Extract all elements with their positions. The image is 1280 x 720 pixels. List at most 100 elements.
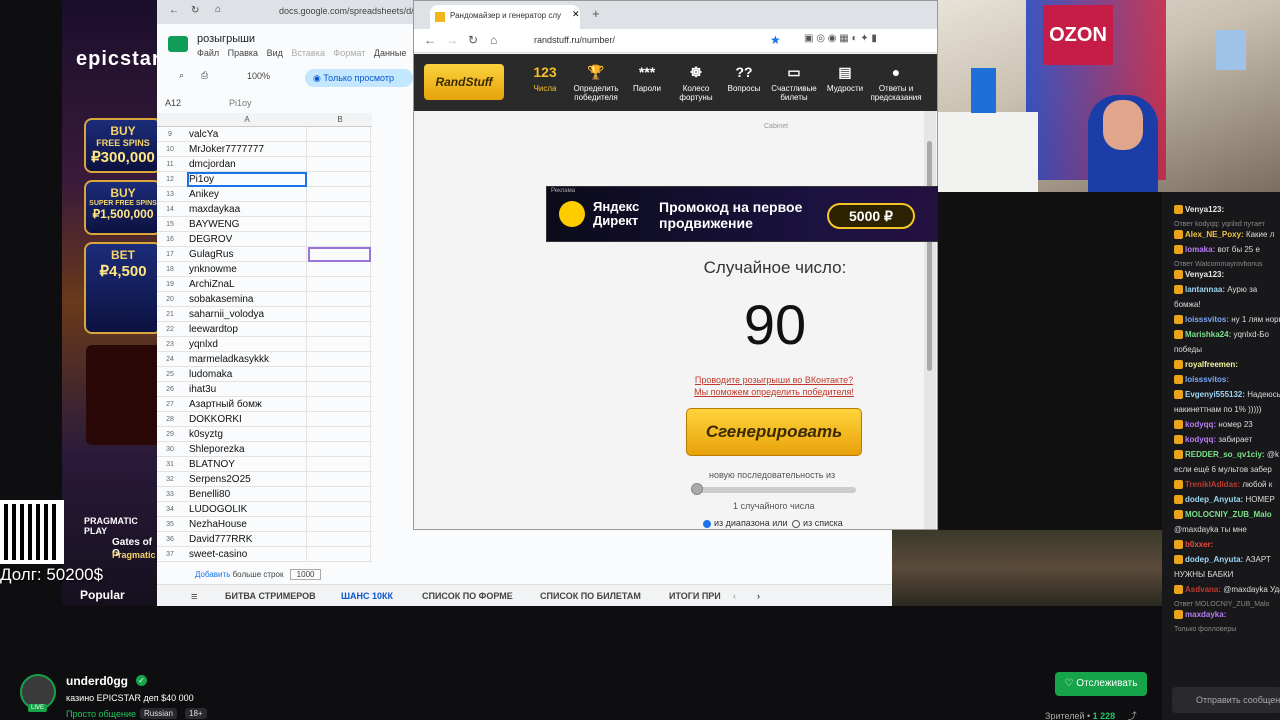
chevron-right-icon[interactable]: › — [757, 591, 760, 601]
row-number[interactable]: 20 — [157, 296, 183, 303]
buy-super-free-spins-tile[interactable]: BUY SUPER FREE SPINS ₽1,500,000 — [84, 180, 162, 235]
cell-a[interactable]: k0syztg — [187, 427, 307, 442]
cell-b[interactable] — [308, 382, 371, 397]
cell-b[interactable] — [308, 517, 371, 532]
new-tab-icon[interactable]: + — [592, 6, 600, 21]
row-number[interactable]: 28 — [157, 416, 183, 423]
streamer-name[interactable]: underd0gg — [66, 674, 128, 688]
row-number[interactable]: 32 — [157, 476, 183, 483]
cell-b[interactable] — [308, 202, 371, 217]
search-icon[interactable]: ⌕ — [179, 70, 184, 81]
add-rows-input[interactable]: 1000 — [289, 569, 322, 580]
extension-icons[interactable]: ▣ ◎ ◉ ▦ ◐ ✦ ▮ — [804, 33, 877, 44]
cell-a[interactable]: sweet-casino — [187, 547, 307, 562]
cell-b[interactable] — [308, 367, 371, 382]
home-icon[interactable]: ⌂ — [490, 33, 497, 47]
cell-b[interactable] — [308, 532, 371, 547]
cell-a[interactable]: ArchiZnaL — [187, 277, 307, 292]
print-icon[interactable]: ⎙ — [201, 70, 208, 81]
sheet-tab-3[interactable]: СПИСОК ПО ФОРМЕ — [422, 591, 513, 601]
cell-a[interactable]: ludomaka — [187, 367, 307, 382]
chat-username[interactable]: loisssvitos: — [1185, 375, 1229, 384]
tag-age[interactable]: 18+ — [185, 708, 207, 719]
all-sheets-icon[interactable]: ≡ — [191, 591, 197, 603]
chat-username[interactable]: Venya123: — [1185, 205, 1224, 214]
randstuff-tab[interactable]: Рандомайзер и генератор слу — [430, 5, 580, 29]
menu-format[interactable]: Формат — [333, 48, 365, 58]
cell-b[interactable] — [308, 502, 371, 517]
menu-file[interactable]: Файл — [197, 48, 219, 58]
cell-b[interactable] — [308, 247, 371, 262]
cell-b[interactable] — [308, 292, 371, 307]
row-number[interactable]: 14 — [157, 206, 183, 213]
cell-b[interactable] — [308, 352, 371, 367]
row-number[interactable]: 29 — [157, 431, 183, 438]
cell-a[interactable]: Shleporezka — [187, 442, 307, 457]
row-number[interactable]: 17 — [157, 251, 183, 258]
cell-b[interactable] — [308, 127, 371, 142]
cell-a[interactable]: marmeladkasykkk — [187, 352, 307, 367]
column-b-header[interactable]: B — [310, 115, 370, 124]
row-number[interactable]: 24 — [157, 356, 183, 363]
cell-a[interactable]: maxdaykaa — [187, 202, 307, 217]
chat-username[interactable]: TreniklAdidas: — [1185, 480, 1240, 489]
chat-username[interactable]: Venya123: — [1185, 270, 1224, 279]
row-number[interactable]: 26 — [157, 386, 183, 393]
cell-a[interactable]: yqnlxd — [187, 337, 307, 352]
cell-a[interactable]: MrJoker7777777 — [187, 142, 307, 157]
row-number[interactable]: 30 — [157, 446, 183, 453]
menu-answers[interactable]: ● Ответы и предсказания — [866, 64, 926, 102]
cell-b[interactable] — [308, 157, 371, 172]
cell-reference[interactable]: A12 — [165, 98, 181, 108]
cell-b[interactable] — [308, 277, 371, 292]
cell-b[interactable] — [308, 307, 371, 322]
cell-a[interactable]: Pi1oy — [187, 172, 307, 187]
cell-b[interactable] — [308, 547, 371, 562]
cell-a[interactable]: dmcjordan — [187, 157, 307, 172]
chat-username[interactable]: REDDER_so_qv1ciy: — [1185, 450, 1265, 459]
cell-b[interactable] — [308, 427, 371, 442]
chat-username[interactable]: lantannaa: — [1185, 285, 1225, 294]
randstuff-logo[interactable]: RandStuff — [424, 64, 504, 100]
chat-username[interactable]: MOLOCNIY_ZUB_Malo — [1185, 510, 1272, 519]
cell-b[interactable] — [308, 457, 371, 472]
cell-b[interactable] — [308, 322, 371, 337]
forward-icon[interactable]: → — [446, 33, 458, 47]
menu-data[interactable]: Данные — [374, 48, 407, 58]
row-number[interactable]: 27 — [157, 401, 183, 408]
cell-a[interactable]: ihat3u — [187, 382, 307, 397]
back-icon[interactable]: ← — [424, 33, 436, 47]
row-number[interactable]: 23 — [157, 341, 183, 348]
cell-a[interactable]: DOKKORKI — [187, 412, 307, 427]
row-number[interactable]: 18 — [157, 266, 183, 273]
bookmark-star-icon[interactable]: ★ — [770, 33, 781, 47]
cell-a[interactable]: valcYa — [187, 127, 307, 142]
row-number[interactable]: 21 — [157, 311, 183, 318]
reload-icon[interactable]: ↻ — [468, 33, 478, 47]
cell-a[interactable]: LUDOGOLIK — [187, 502, 307, 517]
cell-a[interactable]: David777RRK — [187, 532, 307, 547]
menu-edit[interactable]: Правка — [228, 48, 258, 58]
cell-a[interactable]: DEGROV — [187, 232, 307, 247]
sheets-doc-icon[interactable] — [168, 36, 188, 52]
yandex-direct-ad[interactable]: Реклама Яндекс Директ Промокод на первое… — [546, 186, 1002, 242]
chat-username[interactable]: royalfreemen: — [1185, 360, 1238, 369]
cell-a[interactable]: Benelli80 — [187, 487, 307, 502]
cell-b[interactable] — [308, 217, 371, 232]
cell-a[interactable]: GulagRus — [187, 247, 307, 262]
back-icon[interactable]: ← — [169, 5, 179, 16]
row-number[interactable]: 13 — [157, 191, 183, 198]
row-number[interactable]: 36 — [157, 536, 183, 543]
chat-username[interactable]: Asdvana: — [1185, 585, 1221, 594]
chat-username[interactable]: b0xxer: — [1185, 540, 1213, 549]
chat-username[interactable]: maxdayka: — [1185, 610, 1226, 619]
row-number[interactable]: 19 — [157, 281, 183, 288]
column-a-header[interactable]: A — [187, 115, 307, 124]
cell-b[interactable] — [308, 172, 371, 187]
cell-a[interactable]: leewardtop — [187, 322, 307, 337]
cell-b[interactable] — [308, 232, 371, 247]
row-number[interactable]: 34 — [157, 506, 183, 513]
reload-icon[interactable]: ↻ — [191, 5, 199, 16]
chat-username[interactable]: dodep_Anyuta: — [1185, 495, 1243, 504]
chat-username[interactable]: lomaka: — [1185, 245, 1215, 254]
